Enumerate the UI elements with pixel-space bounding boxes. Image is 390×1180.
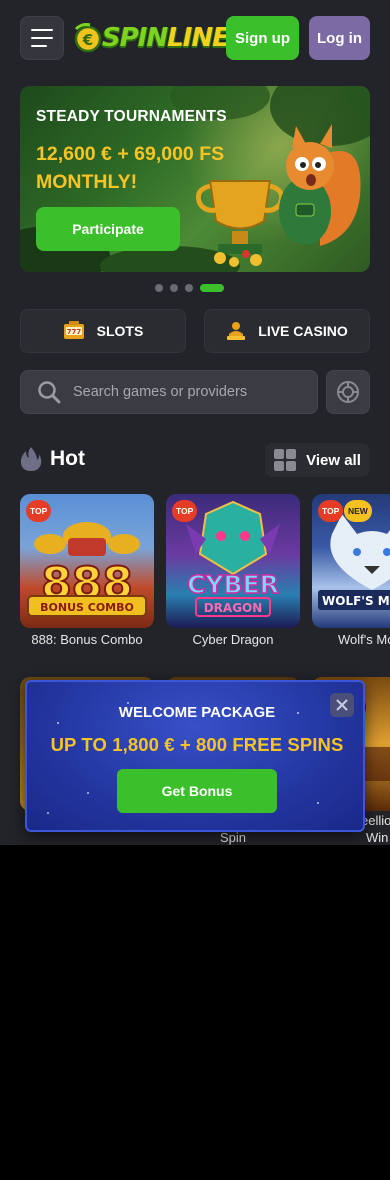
tab-live-casino[interactable]: LIVE CASINO	[204, 309, 370, 353]
badge-top: TOP	[172, 500, 198, 522]
close-button[interactable]	[330, 693, 354, 717]
game-title[interactable]: Win	[366, 830, 388, 845]
star-decoration	[317, 802, 319, 804]
game-art-sub: BONUS COMBO	[40, 601, 134, 614]
logo-text-spin: SPIN	[102, 23, 168, 53]
search-bar[interactable]	[20, 370, 318, 414]
menu-button[interactable]	[20, 16, 64, 60]
get-bonus-button[interactable]: Get Bonus	[117, 769, 277, 813]
menu-icon-line	[31, 29, 53, 31]
game-art-text: WOLF'S MO	[322, 594, 390, 608]
providers-icon	[337, 381, 359, 403]
welcome-package-popup: WELCOME PACKAGE UP TO 1,800 € + 800 FREE…	[25, 680, 365, 832]
section-hot-label: Hot	[50, 447, 85, 470]
carousel-dot-active[interactable]	[200, 284, 224, 292]
logo-text: SPINLINE	[102, 23, 230, 53]
fire-icon	[20, 447, 42, 471]
tab-slots-label: SLOTS	[96, 323, 144, 339]
svg-text:777: 777	[66, 328, 81, 336]
grid-icon	[274, 449, 297, 471]
game-title[interactable]: 888: Bonus Combo	[20, 632, 154, 647]
game-card-888-bonus-combo[interactable]: 888 BONUS COMBO TOP	[20, 494, 154, 628]
menu-icon-line	[31, 37, 53, 39]
game-art-sub: DRAGON	[204, 601, 263, 615]
dealer-icon	[227, 322, 246, 340]
game-title[interactable]: eellio	[361, 813, 390, 828]
game-card-cyber-dragon[interactable]: CYBER DRAGON TOP	[166, 494, 300, 628]
providers-filter-button[interactable]	[326, 370, 370, 414]
game-card-wolfs-mo[interactable]: WOLF'S MO TOP NEW	[312, 494, 390, 628]
badge-new: NEW	[344, 500, 372, 522]
header: € SPINLINE Sign up Log in	[0, 0, 390, 76]
promo-banner[interactable]: STEADY TOURNAMENTS 12,600 € + 69,000 FS …	[20, 86, 370, 272]
game-title[interactable]: Wolf's Mo	[312, 632, 390, 647]
logo[interactable]: € SPINLINE	[72, 18, 230, 58]
game-title[interactable]: Spin	[220, 830, 246, 845]
logo-text-line: LINE	[167, 23, 230, 53]
slot-machine-icon: 777	[63, 321, 84, 339]
game-title[interactable]: Cyber Dragon	[166, 632, 300, 647]
popup-title: WELCOME PACKAGE	[118, 704, 276, 721]
app-screen: € SPINLINE Sign up Log in STEADY TOURNAM…	[0, 0, 390, 845]
star-decoration	[57, 722, 59, 724]
view-all-label: View all	[306, 451, 361, 469]
signup-button[interactable]: Sign up	[226, 16, 299, 60]
badge-top: TOP	[26, 500, 52, 522]
star-decoration	[87, 792, 89, 794]
tab-slots[interactable]: 777 SLOTS	[20, 309, 186, 353]
menu-icon-line	[31, 45, 47, 47]
svg-text:€: €	[82, 31, 93, 49]
carousel-dots	[155, 284, 235, 292]
star-decoration	[47, 812, 49, 814]
popup-offer: UP TO 1,800 € + 800 FREE SPINS	[50, 734, 344, 755]
participate-button[interactable]: Participate	[36, 207, 180, 251]
carousel-dot[interactable]	[185, 284, 193, 292]
close-icon	[336, 699, 348, 711]
banner-title: STEADY TOURNAMENTS	[36, 108, 227, 125]
search-icon	[38, 381, 61, 404]
coin-logo-icon: €	[74, 23, 102, 53]
login-button[interactable]: Log in	[309, 16, 370, 60]
banner-prize: 12,600 € + 69,000 FS MONTHLY!	[36, 143, 225, 193]
carousel-dot[interactable]	[155, 284, 163, 292]
view-all-button[interactable]: View all	[265, 443, 370, 477]
carousel-dot[interactable]	[170, 284, 178, 292]
game-art-text: CYBER	[187, 570, 279, 599]
search-input[interactable]	[73, 384, 303, 400]
badge-top: TOP	[318, 500, 344, 522]
section-hot-title: Hot	[20, 446, 85, 472]
tab-live-casino-label: LIVE CASINO	[258, 323, 348, 339]
